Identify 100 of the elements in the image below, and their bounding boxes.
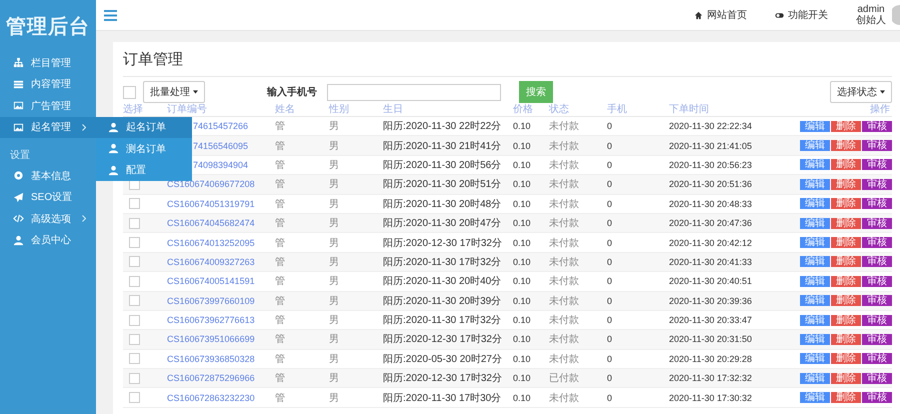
- order-link[interactable]: CS160674009327263: [167, 256, 255, 267]
- review-button[interactable]: 审核: [862, 198, 892, 210]
- review-button[interactable]: 审核: [862, 159, 892, 170]
- edit-button[interactable]: 编辑: [800, 295, 830, 306]
- top-link[interactable]: 功能开关: [775, 8, 828, 22]
- sidebar-item[interactable]: SEO设置: [0, 186, 96, 208]
- search-button[interactable]: 搜索: [519, 81, 553, 103]
- delete-button[interactable]: 删除: [831, 372, 861, 384]
- table-cell-text: 未付款: [549, 314, 580, 328]
- table-cell-text: 2020-11-30 20:47:36: [669, 218, 753, 228]
- sidebar-item[interactable]: 广告管理: [0, 95, 96, 116]
- order-link[interactable]: CS160674045682474: [167, 218, 255, 228]
- delete-button[interactable]: 删除: [831, 295, 861, 306]
- checkbox[interactable]: [129, 276, 140, 287]
- order-link[interactable]: CS160674005141591: [167, 276, 255, 286]
- edit-button[interactable]: 编辑: [800, 314, 830, 326]
- delete-button[interactable]: 删除: [831, 198, 861, 210]
- delete-button[interactable]: 删除: [831, 392, 861, 404]
- checkbox[interactable]: [129, 237, 140, 248]
- edit-button[interactable]: 编辑: [800, 372, 830, 384]
- delete-button[interactable]: 删除: [831, 276, 861, 287]
- sidebar-item[interactable]: 栏目管理: [0, 52, 96, 74]
- sidebar-item[interactable]: 内容管理: [0, 74, 96, 95]
- review-button[interactable]: 审核: [862, 140, 892, 152]
- edit-button[interactable]: 编辑: [800, 120, 830, 132]
- review-button[interactable]: 审核: [862, 334, 892, 345]
- edit-button[interactable]: 编辑: [800, 353, 830, 364]
- table-cell-text: 0.10: [513, 198, 532, 209]
- toggle-icon: [775, 10, 784, 20]
- submenu-item[interactable]: 测名订单: [96, 138, 192, 160]
- review-button[interactable]: 审核: [862, 120, 892, 132]
- order-link[interactable]: CS160673951066699: [167, 334, 255, 344]
- order-link[interactable]: CS160674069677208: [167, 179, 255, 190]
- delete-button[interactable]: 删除: [831, 218, 861, 229]
- delete-button[interactable]: 删除: [831, 237, 861, 248]
- review-button[interactable]: 审核: [862, 276, 892, 287]
- delete-button[interactable]: 删除: [831, 159, 861, 170]
- order-link[interactable]: CS160674013252095: [167, 238, 255, 248]
- checkbox[interactable]: [129, 392, 140, 404]
- edit-button[interactable]: 编辑: [800, 334, 830, 345]
- edit-button[interactable]: 编辑: [800, 159, 830, 170]
- order-link[interactable]: 74156546095: [193, 140, 248, 151]
- menu-icon[interactable]: [104, 10, 117, 20]
- review-button[interactable]: 审核: [862, 353, 892, 364]
- order-link[interactable]: CS160672863232230: [167, 392, 255, 403]
- order-link[interactable]: CS160673997660109: [167, 296, 255, 306]
- review-button[interactable]: 审核: [862, 237, 892, 248]
- batch-dropdown[interactable]: 批量处理: [143, 81, 205, 103]
- checkbox[interactable]: [123, 86, 136, 98]
- review-button[interactable]: 审核: [862, 314, 892, 326]
- delete-button[interactable]: 删除: [831, 314, 861, 326]
- top-link[interactable]: 网站首页: [694, 8, 747, 22]
- checkbox[interactable]: [129, 198, 140, 210]
- sidebar-item[interactable]: 基本信息: [0, 165, 96, 186]
- table-cell-text: 男: [329, 140, 340, 153]
- table-cell-text: 0: [607, 276, 614, 286]
- checkbox[interactable]: [129, 334, 140, 345]
- order-link[interactable]: CS160673962776613: [167, 315, 255, 326]
- review-button[interactable]: 审核: [862, 256, 892, 268]
- checkbox[interactable]: [129, 218, 140, 229]
- phone-input[interactable]: [327, 84, 501, 100]
- checkbox[interactable]: [129, 353, 140, 364]
- checkbox[interactable]: [129, 372, 140, 384]
- order-link[interactable]: CS160674051319791: [167, 198, 255, 209]
- review-button[interactable]: 审核: [862, 218, 892, 229]
- sidebar-item[interactable]: 会员中心: [0, 230, 96, 251]
- order-link[interactable]: 74615457266: [193, 121, 248, 132]
- edit-button[interactable]: 编辑: [800, 392, 830, 404]
- checkbox[interactable]: [129, 295, 140, 306]
- delete-button[interactable]: 删除: [831, 178, 861, 190]
- sidebar-item[interactable]: 高级选项: [0, 208, 96, 230]
- edit-button[interactable]: 编辑: [800, 198, 830, 210]
- checkbox[interactable]: [129, 314, 140, 326]
- review-button[interactable]: 审核: [862, 295, 892, 306]
- edit-button[interactable]: 编辑: [800, 218, 830, 229]
- checkbox[interactable]: [129, 256, 140, 268]
- edit-button[interactable]: 编辑: [800, 256, 830, 268]
- delete-button[interactable]: 删除: [831, 256, 861, 268]
- delete-button[interactable]: 删除: [831, 120, 861, 132]
- delete-button[interactable]: 删除: [831, 334, 861, 345]
- review-button[interactable]: 审核: [862, 372, 892, 384]
- review-button[interactable]: 审核: [862, 178, 892, 190]
- edit-button[interactable]: 编辑: [800, 140, 830, 152]
- delete-button[interactable]: 删除: [831, 353, 861, 364]
- delete-button[interactable]: 删除: [831, 140, 861, 152]
- order-link[interactable]: 74098394904: [193, 160, 248, 170]
- order-link[interactable]: CS160672875296966: [167, 373, 255, 384]
- review-button[interactable]: 审核: [862, 392, 892, 404]
- edit-button[interactable]: 编辑: [800, 276, 830, 287]
- avatar[interactable]: [892, 5, 900, 25]
- table-cell-text: 管: [275, 314, 286, 328]
- table-cell-text: 0.10: [513, 256, 532, 267]
- table-cell-text: 阳历:2020-11-30 21时41分: [383, 140, 502, 153]
- submenu-item[interactable]: 起名订单: [96, 116, 192, 138]
- sidebar-item[interactable]: 起名管理: [0, 116, 96, 138]
- order-link[interactable]: CS160673936850328: [167, 354, 255, 364]
- edit-button[interactable]: 编辑: [800, 237, 830, 248]
- edit-button[interactable]: 编辑: [800, 178, 830, 190]
- status-dropdown[interactable]: 选择状态: [830, 81, 892, 103]
- submenu-item[interactable]: 配置: [96, 160, 192, 181]
